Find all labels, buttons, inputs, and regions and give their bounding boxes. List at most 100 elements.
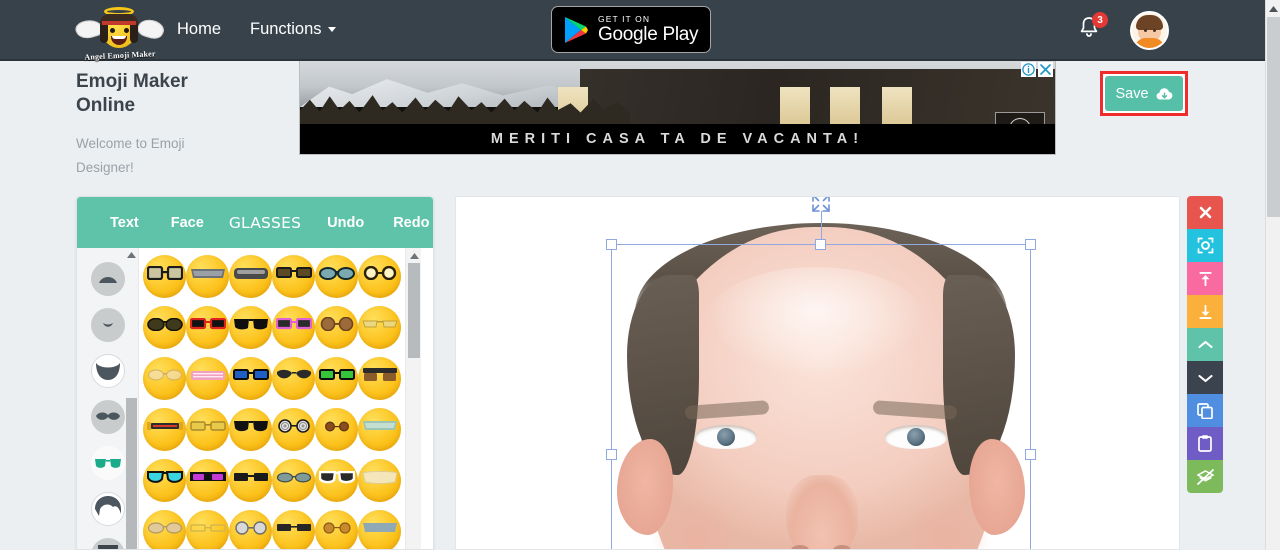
- tab-glasses[interactable]: GLASSES: [229, 214, 301, 232]
- chevron-down-icon: [1197, 374, 1213, 382]
- emoji-item[interactable]: [229, 408, 272, 451]
- notifications-button[interactable]: 3: [1078, 12, 1108, 46]
- eye-right-icon: [124, 28, 129, 33]
- selection-box[interactable]: [606, 197, 1036, 549]
- resize-arrows-icon[interactable]: [811, 197, 831, 213]
- emoji-item[interactable]: [143, 255, 186, 298]
- category-scrollbar[interactable]: [125, 248, 138, 549]
- category-column: [77, 248, 139, 549]
- emoji-item[interactable]: [315, 408, 358, 451]
- close-icon: [1040, 64, 1051, 75]
- flatten-layers-button[interactable]: [1187, 460, 1223, 493]
- google-play-badge[interactable]: GET IT ON Google Play: [551, 6, 711, 53]
- emoji-item[interactable]: [186, 306, 229, 349]
- emoji-item[interactable]: [229, 510, 272, 549]
- emoji-item[interactable]: [272, 408, 315, 451]
- handle-mid-right[interactable]: [1025, 449, 1036, 460]
- category-mask-icon[interactable]: [90, 538, 125, 549]
- emoji-item[interactable]: [229, 306, 272, 349]
- emoji-item[interactable]: [272, 510, 315, 549]
- object-toolbar: [1187, 196, 1223, 493]
- nav-link-functions[interactable]: Functions: [250, 20, 336, 39]
- bring-to-front-button[interactable]: [1187, 262, 1223, 295]
- center-button[interactable]: [1187, 229, 1223, 262]
- save-button[interactable]: Save: [1105, 76, 1183, 111]
- emoji-item[interactable]: [186, 459, 229, 502]
- emoji-item[interactable]: [186, 255, 229, 298]
- brand-logo[interactable]: Angel Emoji Maker: [72, 3, 168, 62]
- category-beard-icon[interactable]: [90, 354, 125, 388]
- move-up-button[interactable]: [1187, 328, 1223, 361]
- emoji-item[interactable]: [143, 408, 186, 451]
- emoji-item[interactable]: [186, 510, 229, 549]
- ad-close-button[interactable]: [1038, 62, 1053, 77]
- page-scrollbar[interactable]: [1265, 0, 1280, 550]
- user-avatar[interactable]: [1130, 11, 1169, 50]
- scroll-up-arrow-icon[interactable]: [1266, 0, 1280, 17]
- category-mustache-icon[interactable]: [90, 400, 125, 434]
- category-glasses-icon[interactable]: [90, 446, 125, 480]
- emoji-item[interactable]: [143, 459, 186, 502]
- advertisement-banner[interactable]: PREMIUM MERITI CASA TA DE VACANTA!: [299, 60, 1056, 155]
- arrow-up-to-line-icon: [1199, 271, 1211, 286]
- adchoices-info-icon[interactable]: [1021, 62, 1036, 77]
- emoji-item[interactable]: [186, 408, 229, 451]
- save-button-highlight: Save: [1100, 71, 1188, 116]
- emoji-item[interactable]: [272, 255, 315, 298]
- picker-tab-bar: Text Face GLASSES Undo Redo: [77, 197, 433, 248]
- editor-canvas[interactable]: [455, 196, 1180, 550]
- emoji-item[interactable]: [143, 510, 186, 549]
- nav-link-home[interactable]: Home: [177, 20, 221, 39]
- emoji-item[interactable]: [358, 510, 401, 549]
- emoji-item[interactable]: [272, 306, 315, 349]
- category-mouth-icon[interactable]: [90, 262, 125, 296]
- tab-face[interactable]: Face: [171, 215, 204, 231]
- emoji-item[interactable]: [229, 357, 272, 400]
- emoji-item[interactable]: [358, 255, 401, 298]
- emoji-item[interactable]: [358, 306, 401, 349]
- avatar-eye-right: [1153, 29, 1156, 32]
- emoji-item[interactable]: [358, 357, 401, 400]
- handle-mid-left[interactable]: [606, 449, 617, 460]
- handle-top-right[interactable]: [1025, 239, 1036, 250]
- handle-top-center[interactable]: [815, 239, 826, 250]
- scroll-up-arrow-icon[interactable]: [125, 248, 138, 262]
- emoji-item[interactable]: [358, 459, 401, 502]
- send-to-back-button[interactable]: [1187, 295, 1223, 328]
- grid-scrollbar[interactable]: [405, 248, 421, 549]
- delete-button[interactable]: [1187, 196, 1223, 229]
- paste-button[interactable]: [1187, 427, 1223, 460]
- top-navigation-bar: Angel Emoji Maker Home Functions GET IT …: [0, 0, 1265, 62]
- handle-top-left[interactable]: [606, 239, 617, 250]
- emoji-item[interactable]: [358, 408, 401, 451]
- grid-scrollbar-thumb[interactable]: [408, 263, 420, 358]
- scroll-up-arrow-icon[interactable]: [406, 248, 422, 263]
- move-down-button[interactable]: [1187, 361, 1223, 394]
- emoji-item[interactable]: [143, 306, 186, 349]
- emoji-item[interactable]: [315, 255, 358, 298]
- crop-focus-icon: [1197, 237, 1213, 254]
- tab-redo[interactable]: Redo: [393, 215, 429, 231]
- emoji-item[interactable]: [143, 357, 186, 400]
- emoji-item[interactable]: [229, 459, 272, 502]
- page-scrollbar-thumb[interactable]: [1267, 17, 1280, 217]
- emoji-item[interactable]: [272, 357, 315, 400]
- category-hair-icon[interactable]: [90, 492, 125, 526]
- emoji-item[interactable]: [315, 357, 358, 400]
- emoji-item[interactable]: [229, 255, 272, 298]
- tab-text[interactable]: Text: [110, 215, 139, 231]
- google-play-triangle-icon: [564, 16, 589, 44]
- emoji-item[interactable]: [315, 459, 358, 502]
- category-scrollbar-thumb[interactable]: [126, 398, 137, 549]
- emoji-item[interactable]: [186, 357, 229, 400]
- tab-undo[interactable]: Undo: [327, 215, 364, 231]
- avatar-eye-left: [1144, 29, 1147, 32]
- layers-off-icon: [1196, 468, 1214, 485]
- cloud-download-icon: [1156, 87, 1172, 99]
- category-lips-icon[interactable]: [90, 308, 125, 342]
- emoji-item[interactable]: [315, 510, 358, 549]
- emoji-item[interactable]: [315, 306, 358, 349]
- emoji-item[interactable]: [272, 459, 315, 502]
- intro-block: Emoji Maker Online Welcome to Emoji Desi…: [76, 70, 226, 180]
- copy-button[interactable]: [1187, 394, 1223, 427]
